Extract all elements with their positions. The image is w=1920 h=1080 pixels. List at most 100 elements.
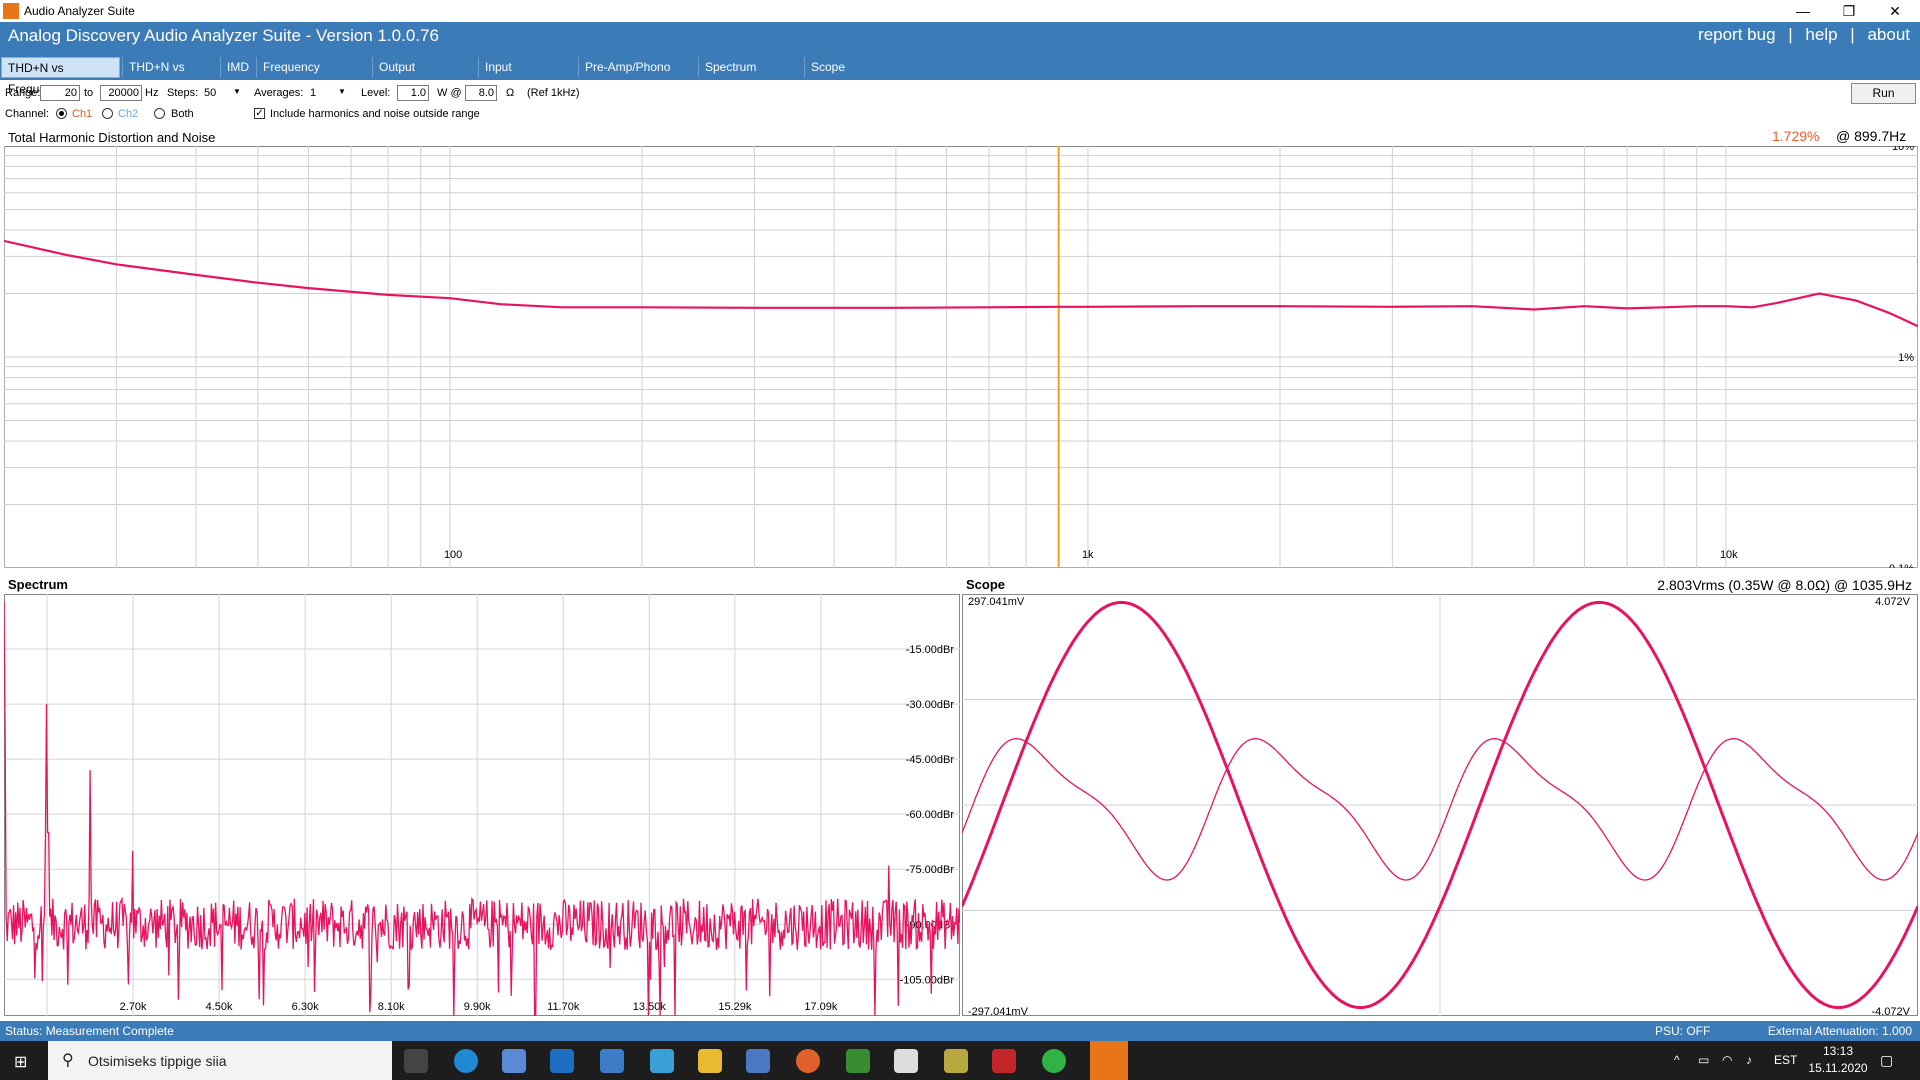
link-separator: | [1788, 25, 1793, 44]
both-radio[interactable] [154, 108, 165, 119]
ch1-radio[interactable] [56, 108, 67, 119]
whatsapp-icon[interactable] [1042, 1049, 1066, 1073]
header-links: report bug | help | about [1698, 25, 1910, 45]
thd-x-tick-label: 100 [444, 549, 462, 561]
app-icon[interactable] [894, 1049, 918, 1073]
tab-frequency-response[interactable]: Frequency Response [256, 57, 370, 95]
tab-spectrum-analyzer[interactable]: Spectrum Analyzer [698, 57, 802, 95]
audio-analyzer-taskbar-icon[interactable] [1090, 1041, 1128, 1080]
scope-readout: 2.803Vrms (0.35W @ 8.0Ω) @ 1035.9Hz [1657, 577, 1912, 593]
battery-icon[interactable]: ▭ [1698, 1053, 1709, 1067]
volume-icon[interactable]: ♪ [1746, 1053, 1752, 1067]
report-bug-link[interactable]: report bug [1698, 25, 1776, 44]
window-title: Audio Analyzer Suite [24, 4, 135, 18]
windows-start-icon[interactable]: ⊞ [14, 1052, 27, 1072]
task-view-icon[interactable] [404, 1049, 428, 1073]
tab-scope[interactable]: Scope [804, 57, 846, 78]
channel-label: Channel: [5, 108, 50, 120]
clock-date[interactable]: 15.11.2020 [1808, 1061, 1868, 1075]
app-icon[interactable] [992, 1049, 1016, 1073]
app-icon[interactable] [944, 1049, 968, 1073]
paint-icon[interactable] [746, 1049, 770, 1073]
calculator-icon[interactable] [600, 1049, 624, 1073]
file-explorer-icon[interactable] [698, 1049, 722, 1073]
app-logo-icon [3, 3, 19, 19]
store-icon[interactable] [502, 1049, 526, 1073]
scope-left-bottom-label: -297.041mV [968, 1006, 1028, 1018]
spectrum-x-tick-label: 13.50k [633, 1001, 667, 1013]
taskbar-search[interactable]: ⚲ Otsimiseks tippige siia [48, 1041, 392, 1080]
spectrum-x-tick-label: 15.29k [718, 1001, 752, 1013]
app-title: Analog Discovery Audio Analyzer Suite - … [8, 26, 439, 45]
app-header: Analog Discovery Audio Analyzer Suite - … [0, 22, 1920, 50]
scope-right-top-label: 4.072V [1875, 596, 1910, 608]
language-indicator[interactable]: EST [1774, 1053, 1797, 1067]
help-link[interactable]: help [1805, 25, 1837, 44]
edge-icon[interactable] [454, 1049, 478, 1073]
thd-x-tick-label: 10k [1720, 549, 1738, 561]
steps-label: Steps: [167, 87, 199, 99]
spectrum-x-tick-label: 6.30k [292, 1001, 319, 1013]
ohm-label: Ω [506, 87, 515, 99]
spectrum-y-tick-label: -105.00dBr [900, 974, 955, 986]
tab-output-impedance[interactable]: Output Impedance [372, 57, 476, 95]
tab-input-impedance[interactable]: Input Impedance [478, 57, 576, 95]
averages-label: Averages: [254, 87, 304, 99]
thd-x-tick-label: 1k [1082, 549, 1094, 561]
range-to-input[interactable]: 20000 [100, 85, 142, 101]
clock-time[interactable]: 13:13 [1808, 1044, 1868, 1058]
chevron-up-icon[interactable]: ^ [1674, 1053, 1680, 1067]
ch1-label: Ch1 [72, 108, 93, 120]
ch2-radio[interactable] [102, 108, 113, 119]
status-text: Status: Measurement Complete [5, 1024, 174, 1038]
thd-chart[interactable]: 100 1k 10k 10% 1% 0.1% [4, 146, 1918, 568]
status-bar: Status: Measurement Complete PSU: OFF Ex… [0, 1021, 1920, 1041]
about-link[interactable]: about [1867, 25, 1910, 44]
both-label: Both [171, 108, 194, 120]
search-placeholder: Otsimiseks tippige siia [88, 1053, 227, 1069]
link-separator: | [1850, 25, 1855, 44]
app-icon[interactable] [650, 1049, 674, 1073]
averages-select[interactable]: 1 [310, 87, 316, 99]
tab-imd[interactable]: IMD [220, 57, 254, 78]
thd-readout-value: 1.729% [1772, 128, 1820, 144]
scope-chart[interactable] [962, 594, 1918, 1016]
hz-label: Hz [145, 87, 159, 99]
ref-label: (Ref 1kHz) [527, 87, 580, 99]
spectrum-y-tick-label: -75.00dBr [906, 864, 955, 876]
chevron-down-icon[interactable]: ▼ [233, 87, 241, 96]
thd-y-tick-label: 10% [1892, 146, 1914, 153]
load-ohm-input[interactable]: 8.0 [465, 85, 497, 101]
mail-icon[interactable] [550, 1049, 574, 1073]
winamp-icon[interactable] [846, 1049, 870, 1073]
level-label: Level: [361, 87, 391, 99]
include-harmonics-checkbox[interactable]: ✓ [254, 108, 265, 119]
chevron-down-icon[interactable]: ▼ [338, 87, 346, 96]
ch2-label: Ch2 [118, 108, 139, 120]
tab-preamp-phono[interactable]: Pre-Amp/Phono Stage [578, 57, 696, 95]
include-harmonics-label: Include harmonics and noise outside rang… [270, 108, 480, 120]
tab-thdn-vs-power[interactable]: THD+N vs Power [122, 57, 218, 95]
wifi-icon[interactable]: ◠ [1722, 1053, 1732, 1067]
run-button[interactable]: Run [1851, 83, 1916, 104]
level-input[interactable]: 1.0 [397, 85, 429, 101]
tab-thdn-vs-frequency[interactable]: THD+N vs Frequency [1, 57, 120, 96]
taskbar: ⊞ ⚲ Otsimiseks tippige siia ^ ▭ ◠ ♪ EST … [0, 1041, 1920, 1080]
scope-left-top-label: 297.041mV [968, 596, 1025, 608]
to-label: to [84, 87, 94, 99]
restore-button[interactable]: ❐ [1826, 0, 1872, 22]
minimize-button[interactable]: — [1780, 0, 1826, 22]
scope-panel-title: Scope [966, 577, 1006, 592]
spectrum-chart[interactable]: 2.70k 4.50k 6.30k 8.10k 9.90k 11.70k 13.50k 15.… [4, 594, 960, 1016]
firefox-icon[interactable] [796, 1049, 820, 1073]
scope-right-bottom-label: -4.072V [1871, 1006, 1910, 1018]
tab-bar: THD+N vs Frequency THD+N vs Power IMD Fr… [0, 50, 1920, 96]
spectrum-x-tick-label: 8.10k [378, 1001, 405, 1013]
notifications-icon[interactable]: ▢ [1880, 1052, 1893, 1069]
spectrum-x-tick-label: 17.09k [804, 1001, 838, 1013]
close-button[interactable]: ✕ [1872, 0, 1918, 22]
spectrum-x-tick-label: 2.70k [120, 1001, 147, 1013]
steps-select[interactable]: 50 [204, 87, 216, 99]
range-from-input[interactable]: 20 [40, 85, 80, 101]
thd-panel-title: Total Harmonic Distortion and Noise [8, 130, 216, 145]
